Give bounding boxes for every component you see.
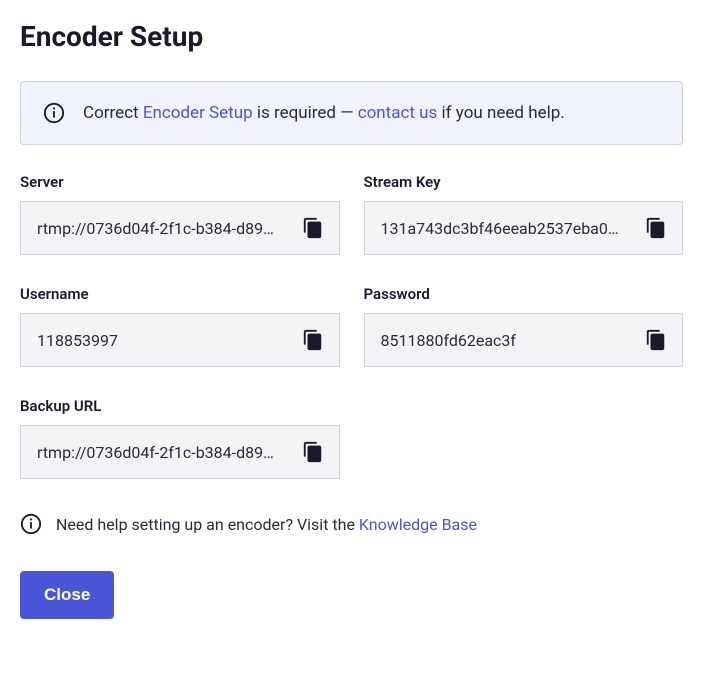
- info-banner-text: Correct Encoder Setup is required — cont…: [83, 103, 565, 123]
- copy-icon: [645, 329, 667, 351]
- stream-key-field: Stream Key 131a743dc3bf46eeab2537eba0…: [364, 173, 684, 255]
- backup-url-box: rtmp://0736d04f-2f1c-b384-d89…: [20, 425, 340, 479]
- help-line: Need help setting up an encoder? Visit t…: [20, 513, 683, 535]
- copy-icon: [302, 217, 324, 239]
- copy-stream-key-button[interactable]: [642, 214, 670, 242]
- server-value: rtmp://0736d04f-2f1c-b384-d89…: [37, 219, 291, 238]
- encoder-setup-link[interactable]: Encoder Setup: [143, 103, 253, 123]
- knowledge-base-link[interactable]: Knowledge Base: [359, 515, 477, 534]
- backup-url-value: rtmp://0736d04f-2f1c-b384-d89…: [37, 443, 291, 462]
- fields-grid: Server rtmp://0736d04f-2f1c-b384-d89… St…: [20, 173, 683, 479]
- server-field: Server rtmp://0736d04f-2f1c-b384-d89…: [20, 173, 340, 255]
- copy-server-button[interactable]: [299, 214, 327, 242]
- password-label: Password: [364, 285, 684, 303]
- copy-icon: [645, 217, 667, 239]
- info-icon: [20, 513, 42, 535]
- password-field: Password 8511880fd62eac3f: [364, 285, 684, 367]
- username-label: Username: [20, 285, 340, 303]
- info-banner: Correct Encoder Setup is required — cont…: [20, 81, 683, 145]
- username-field: Username 118853997: [20, 285, 340, 367]
- server-box: rtmp://0736d04f-2f1c-b384-d89…: [20, 201, 340, 255]
- copy-backup-url-button[interactable]: [299, 438, 327, 466]
- info-icon: [43, 102, 65, 124]
- stream-key-box: 131a743dc3bf46eeab2537eba0…: [364, 201, 684, 255]
- page-title: Encoder Setup: [20, 20, 683, 53]
- backup-url-label: Backup URL: [20, 397, 340, 415]
- copy-icon: [302, 329, 324, 351]
- copy-icon: [302, 441, 324, 463]
- username-box: 118853997: [20, 313, 340, 367]
- copy-password-button[interactable]: [642, 326, 670, 354]
- server-label: Server: [20, 173, 340, 191]
- stream-key-label: Stream Key: [364, 173, 684, 191]
- help-text: Need help setting up an encoder? Visit t…: [56, 515, 477, 534]
- username-value: 118853997: [37, 331, 291, 350]
- close-button[interactable]: Close: [20, 571, 114, 619]
- password-value: 8511880fd62eac3f: [381, 331, 635, 350]
- password-box: 8511880fd62eac3f: [364, 313, 684, 367]
- copy-username-button[interactable]: [299, 326, 327, 354]
- backup-url-field: Backup URL rtmp://0736d04f-2f1c-b384-d89…: [20, 397, 340, 479]
- contact-us-link[interactable]: contact us: [358, 103, 438, 123]
- stream-key-value: 131a743dc3bf46eeab2537eba0…: [381, 219, 635, 238]
